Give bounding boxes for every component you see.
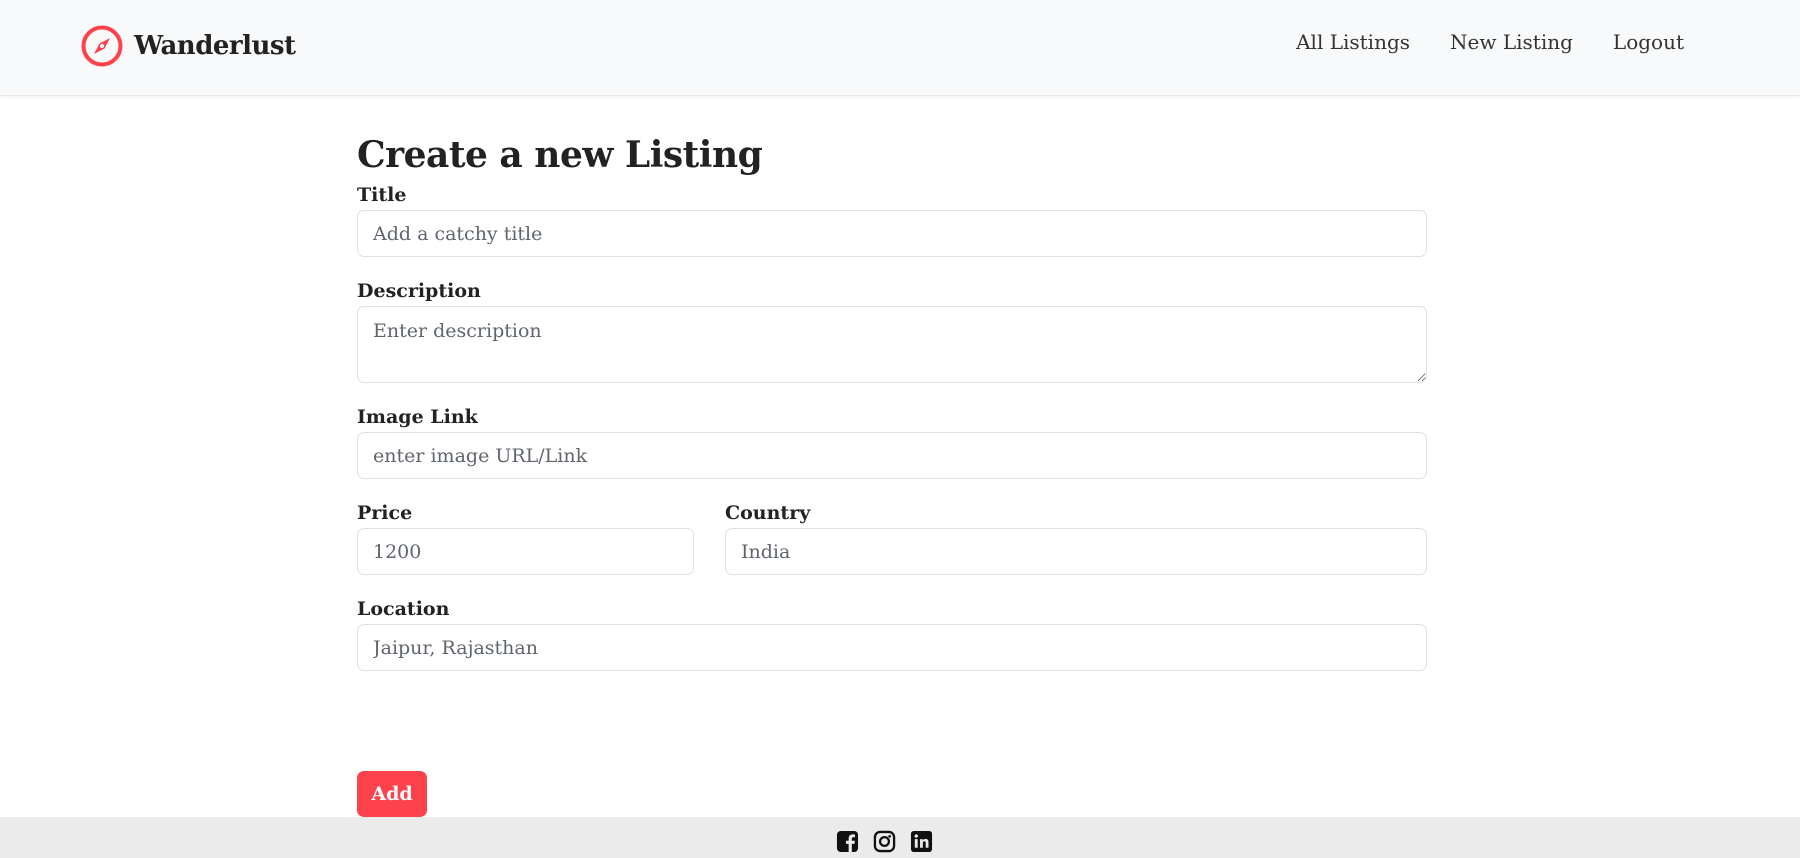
- brand-name: Wanderlust: [134, 31, 296, 61]
- location-input[interactable]: [357, 624, 1427, 671]
- page-title: Create a new Listing: [357, 134, 763, 176]
- location-label: Location: [357, 598, 450, 620]
- new-listing-form: Create a new Listing Title Description I…: [357, 130, 1427, 671]
- image-link-label: Image Link: [357, 406, 478, 428]
- image-link-input[interactable]: [357, 432, 1427, 479]
- add-button[interactable]: Add: [357, 771, 427, 817]
- nav-logout[interactable]: Logout: [1613, 30, 1684, 54]
- price-input[interactable]: [357, 528, 694, 575]
- facebook-icon[interactable]: [836, 830, 859, 853]
- description-label: Description: [357, 280, 481, 302]
- nav-links: All Listings New Listing Logout: [1296, 30, 1684, 54]
- compass-icon: [81, 25, 123, 67]
- price-group: Price: [357, 498, 694, 575]
- linkedin-icon[interactable]: [910, 830, 933, 853]
- title-label: Title: [357, 184, 407, 206]
- description-textarea[interactable]: [357, 306, 1427, 383]
- social-links: [836, 830, 933, 853]
- country-label: Country: [725, 502, 811, 524]
- price-country-row: Price Country: [357, 498, 1427, 575]
- price-label: Price: [357, 502, 413, 524]
- country-group: Country: [725, 498, 1427, 575]
- instagram-icon[interactable]: [873, 830, 896, 853]
- nav-all-listings[interactable]: All Listings: [1296, 30, 1410, 54]
- footer: [0, 817, 1800, 858]
- brand-logo-link[interactable]: Wanderlust: [80, 24, 296, 68]
- country-input[interactable]: [725, 528, 1427, 575]
- nav-new-listing[interactable]: New Listing: [1450, 30, 1573, 54]
- title-input[interactable]: [357, 210, 1427, 257]
- navbar: Wanderlust All Listings New Listing Logo…: [0, 0, 1800, 96]
